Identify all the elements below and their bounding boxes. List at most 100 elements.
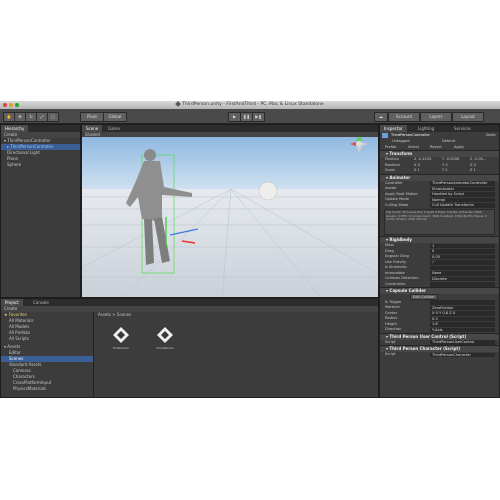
field-value[interactable]: Discrete xyxy=(430,276,495,281)
component-title: Animator xyxy=(389,174,411,180)
field-value[interactable]: None xyxy=(430,271,495,276)
project-breadcrumb[interactable]: Assets > Scenes xyxy=(94,312,378,318)
unity-scene-icon xyxy=(157,327,173,343)
field-value[interactable] xyxy=(430,265,495,270)
script-field[interactable]: ThirdPersonCharacter xyxy=(430,352,495,357)
field-label: Scale xyxy=(385,168,395,172)
tree-label: Favorites xyxy=(8,312,27,317)
transform-header[interactable]: ▾ Transform xyxy=(380,150,499,157)
hierarchy-item-label: ThirdPersonController xyxy=(10,144,54,149)
user-control-script-row: Script ThirdPersonUserControl xyxy=(380,340,499,346)
hierarchy-item[interactable]: Sphere xyxy=(1,162,80,168)
field-label: Script xyxy=(385,339,396,344)
field-value[interactable]: X 0 Y 0.8 Z 0 xyxy=(430,311,495,316)
gameobject-icon xyxy=(382,133,388,138)
hierarchy-item-label: ThirdPersonController xyxy=(7,138,51,143)
scene-viewport[interactable] xyxy=(82,137,379,298)
unity-logo-icon xyxy=(175,101,182,107)
window-title: ThirdPerson.unity - FirstAndThird - PC, … xyxy=(182,102,324,107)
field-label: Constraints xyxy=(385,281,406,286)
cloud-icon[interactable]: ☁ xyxy=(374,112,388,122)
tab-services[interactable]: Services xyxy=(450,125,475,132)
pivot-toggle[interactable]: Pivot xyxy=(80,112,104,122)
field-label: Culling Mode xyxy=(385,202,409,207)
project-folder-tree: ★ Favorites All Materials All Models All… xyxy=(1,312,94,397)
field-value[interactable]: ZeroFriction xyxy=(430,305,495,310)
capsule-collider-header[interactable]: ▾ Capsule Collider xyxy=(380,287,499,294)
prefab-apply-button[interactable]: Apply xyxy=(454,145,464,151)
field-value[interactable] xyxy=(430,300,495,305)
prefab-row: Prefab Select Revert Apply xyxy=(380,145,499,151)
component-title: Capsule Collider xyxy=(389,288,426,293)
rect-tool-button[interactable]: ▢ xyxy=(47,112,59,122)
character-script-header[interactable]: ▾ Third Person Character (Script) xyxy=(380,345,499,352)
script-field[interactable]: ThirdPersonUserControl xyxy=(430,340,495,345)
tree-label: Assets xyxy=(7,344,21,349)
project-panel: Project Console Create ★ Favorites All M… xyxy=(0,298,379,398)
layers-dropdown[interactable]: Layers xyxy=(420,112,452,122)
step-button[interactable]: ▶❚ xyxy=(252,112,265,122)
component-title: Third Person Character (Script) xyxy=(389,346,461,351)
animator-header[interactable]: ▾ Animator xyxy=(380,173,499,181)
favorites-item[interactable]: All Scripts xyxy=(1,336,93,342)
layout-dropdown[interactable]: Layout xyxy=(452,112,484,122)
inspector-field-row: Direction Y-Axis xyxy=(380,327,499,333)
capsule-fields: Is Trigger Material ZeroFriction Center X 0 … xyxy=(380,300,499,333)
unity-editor-window: ThirdPerson.unity - FirstAndThird - PC, … xyxy=(0,101,500,398)
object-header: ThirdPersonController Static xyxy=(380,132,499,139)
account-dropdown[interactable]: Account xyxy=(388,112,420,122)
minimize-window-button[interactable] xyxy=(9,103,13,107)
component-title: Rigidbody xyxy=(389,237,413,242)
scene-file-firstperson[interactable] xyxy=(112,326,130,344)
prefab-select-button[interactable]: Select xyxy=(408,145,419,151)
prefab-label: Prefab xyxy=(385,144,397,149)
main-toolbar: ✋ ✥ ↻ ⤢ ▢ Pivot Global ▶ ❚❚ ▶❚ ☁ Account… xyxy=(0,109,500,124)
animator-fields: Controller ThirdPersonAnimatorController A… xyxy=(380,181,499,209)
global-toggle[interactable]: Global xyxy=(103,112,127,122)
maximize-window-button[interactable] xyxy=(15,103,19,107)
scene-file-thirdperson[interactable] xyxy=(156,326,174,344)
unity-scene-icon xyxy=(113,327,129,343)
scale-y-field[interactable]: Y 1 xyxy=(442,168,448,174)
folder-item[interactable]: PhysicsMaterials xyxy=(1,386,93,392)
field-value[interactable]: Cull Update Transforms xyxy=(430,203,495,208)
hierarchy-panel: Hierarchy Create ▾ ThirdPersonController… xyxy=(0,124,81,298)
scale-row: Scale X 1 Y 1 Z 1 xyxy=(380,168,499,174)
field-value[interactable] xyxy=(430,282,495,287)
tab-lighting[interactable]: Lighting xyxy=(414,125,438,132)
file-label: ThirdPerson xyxy=(156,346,174,350)
sphere-object[interactable] xyxy=(258,181,278,201)
object-name-field[interactable]: ThirdPersonController xyxy=(391,132,430,139)
tab-game[interactable]: Game xyxy=(104,125,124,132)
rigidbody-header[interactable]: ▾ Rigidbody xyxy=(380,236,499,243)
tab-scene[interactable]: Scene xyxy=(82,125,103,132)
inspector-field-row: Culling Mode Cull Update Transforms xyxy=(380,203,499,209)
close-window-button[interactable] xyxy=(3,103,7,107)
character-script-row: Script ThirdPersonCharacter xyxy=(380,352,499,358)
user-control-header[interactable]: ▾ Third Person User Control (Script) xyxy=(380,332,499,340)
field-value[interactable]: EthanAvatar xyxy=(430,186,495,191)
field-value[interactable]: 1.6 xyxy=(430,322,495,327)
tab-hierarchy[interactable]: Hierarchy xyxy=(1,125,29,132)
field-value[interactable]: 0.3 xyxy=(430,316,495,321)
tab-project[interactable]: Project xyxy=(1,299,23,306)
scale-z-field[interactable]: Z 1 xyxy=(470,168,476,174)
title-bar: ThirdPerson.unity - FirstAndThird - PC, … xyxy=(0,101,500,109)
field-value[interactable]: ThirdPersonAnimatorController xyxy=(430,181,495,186)
static-checkbox[interactable]: Static xyxy=(486,132,496,139)
scene-panel: Scene Game Shaded xyxy=(81,124,379,298)
tab-console[interactable]: Console xyxy=(29,299,53,306)
field-value[interactable]: 1 xyxy=(430,243,495,248)
field-value[interactable]: 0 xyxy=(430,249,495,254)
scale-x-field[interactable]: X 1 xyxy=(414,168,420,174)
field-value[interactable]: Handled by Script xyxy=(430,192,495,197)
field-value[interactable]: ✓ xyxy=(430,260,495,265)
field-value[interactable]: 0.05 xyxy=(430,254,495,259)
tab-inspector[interactable]: Inspector xyxy=(380,125,407,132)
animator-info-box: Clip Count: 30 Curves Pos: 0 Quat: 0 Eul… xyxy=(384,209,495,235)
prefab-revert-button[interactable]: Revert xyxy=(430,145,442,151)
field-label: Direction xyxy=(385,327,402,331)
field-value[interactable]: Normal xyxy=(430,197,495,202)
inspector-field-row: Constraints xyxy=(380,282,499,288)
field-value[interactable]: Y-Axis xyxy=(430,327,495,332)
